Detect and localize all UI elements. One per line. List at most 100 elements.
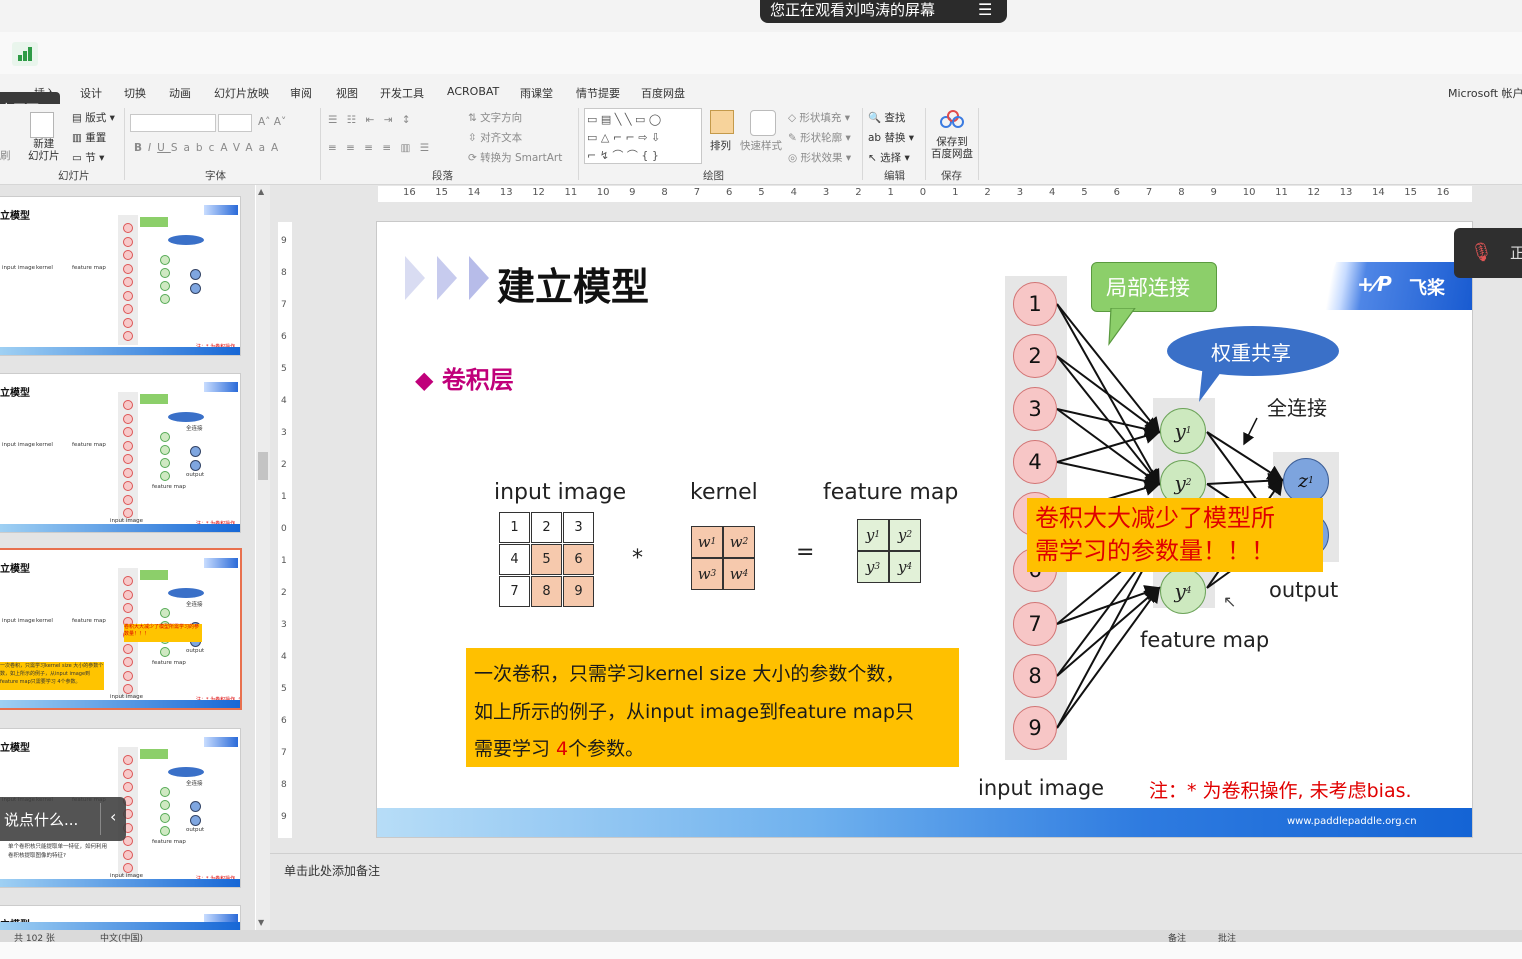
thumbnail-footer-band — [0, 347, 240, 355]
notes-placeholder[interactable]: 单击此处添加备注 — [284, 862, 380, 879]
menu-icon[interactable]: ☰ — [978, 0, 992, 20]
thumbnail-output-label: output — [186, 827, 205, 833]
scroll-down-arrow[interactable]: ▼ — [258, 918, 264, 927]
align-text-button[interactable]: ⇳ 对齐文本 — [468, 130, 522, 145]
mic-panel[interactable]: 🎙 正 — [1454, 228, 1522, 278]
language[interactable]: 中文(中国) — [100, 931, 143, 942]
thumbnail-featuremap-label: feature map — [152, 839, 186, 845]
tab-storyboard[interactable]: 情节提要 — [576, 85, 620, 101]
tab-slideshow[interactable]: 幻灯片放映 — [214, 85, 269, 101]
align-buttons[interactable]: ≡ ≡ ≡ ≡ ▥ ☰ — [328, 142, 432, 154]
arrange-button[interactable]: 排列 — [710, 138, 731, 153]
ruler-tick-label: 5 — [758, 187, 765, 198]
case-button[interactable]: Aa — [245, 142, 271, 154]
chart-icon[interactable] — [12, 42, 38, 66]
reset-button[interactable]: ▥ 重置 — [72, 130, 106, 145]
tab-design[interactable]: 设计 — [80, 85, 102, 101]
shape-outline-button[interactable]: ✎ 形状轮廓 ▾ — [788, 130, 851, 145]
font-style-buttons[interactable]: BIUSabcAVAaA — [134, 142, 284, 154]
slide-count: 共 102 张 — [14, 934, 55, 942]
strike-button[interactable]: abc — [183, 142, 220, 154]
thumbnail-scrollbar[interactable] — [256, 185, 270, 930]
tab-view[interactable]: 视图 — [336, 85, 358, 101]
slide[interactable]: 建立模型 ◆ 卷积层 +⁄P 飞桨 input image kernel fea… — [377, 222, 1472, 837]
share-status-pill[interactable]: 您正在观看刘鸣涛的屏幕 ☰ — [760, 0, 1007, 23]
thumbnail-text: 单个卷积核只能提取单一特征，如何利用卷积核提取图像的特征? — [8, 844, 108, 859]
arrange-icon[interactable] — [710, 110, 734, 134]
thumbnail-output-node — [190, 815, 201, 826]
new-slide-icon[interactable] — [30, 112, 54, 138]
thumbnail-input-node — [123, 481, 133, 491]
slides-group-label: 幻灯片 — [58, 170, 90, 182]
select-button[interactable]: ↖ 选择 ▾ — [868, 150, 910, 165]
ruler-tick-label: 6 — [1113, 187, 1120, 198]
ruler-tick-label: 7 — [281, 300, 287, 310]
ribbon-tab-row: 插入 设计 切换 动画 幻灯片放映 审阅 视图 开发工具 ACROBAT 雨课堂… — [0, 74, 1522, 104]
slide-thumbnail[interactable]: 立模型input imagekernelfeature map注：* 为卷积操作… — [0, 374, 240, 532]
tab-review[interactable]: 审阅 — [290, 85, 312, 101]
tab-baidu[interactable]: 百度网盘 — [641, 85, 685, 101]
tab-rain-classroom[interactable]: 雨课堂 — [520, 85, 553, 101]
font-size-box[interactable] — [218, 114, 252, 132]
spacing-button[interactable]: AV — [220, 142, 245, 154]
bold-button[interactable]: B — [134, 142, 148, 154]
scroll-up-arrow[interactable]: ▲ — [258, 187, 264, 196]
node-subscript: 4 — [1185, 586, 1192, 596]
node-symbol: y — [1174, 579, 1186, 603]
shadow-button[interactable]: S — [171, 142, 184, 154]
thumbnail-input-node — [123, 576, 133, 586]
shape-outline-label: 形状轮廓 — [800, 132, 843, 144]
format-painter-partial[interactable]: 刷 — [0, 148, 11, 163]
tab-developer[interactable]: 开发工具 — [380, 85, 424, 101]
slide-thumbnail[interactable]: 立模型input imagekernelfeature map注：* 为卷积操作 — [0, 197, 240, 355]
thumbnail-output-node — [190, 269, 201, 280]
layout-button[interactable]: ▤ 版式 ▾ — [72, 110, 115, 125]
ruler-tick-label: 1 — [952, 187, 959, 198]
shape-fill-button[interactable]: ◇ 形状填充 ▾ — [788, 110, 850, 125]
mic-muted-icon[interactable]: 🎙 — [1470, 242, 1493, 263]
thumbnail-input-node — [123, 250, 133, 260]
text-direction-button[interactable]: ⇅ 文字方向 — [468, 110, 522, 125]
tab-transitions[interactable]: 切换 — [124, 85, 146, 101]
comments-toggle[interactable]: 批注 — [1218, 931, 1236, 942]
find-button[interactable]: 🔍 查找 — [868, 110, 905, 125]
slide-thumbnail[interactable]: 立模型 — [0, 906, 240, 930]
tab-acrobat[interactable]: ACROBAT — [447, 85, 499, 98]
shapes-icons[interactable]: ▭ ▤ ╲ ╲ ▭ ◯ ▭ △ ⌐ ⌐ ⇨ ⇩ ⌐ ↯ ⌒ ⌒ { } — [587, 111, 661, 165]
shapes-gallery[interactable]: ▭ ▤ ╲ ╲ ▭ ◯ ▭ △ ⌐ ⌐ ⇨ ⇩ ⌐ ↯ ⌒ ⌒ { } — [584, 108, 702, 164]
shape-effects-button[interactable]: ◎ 形状效果 ▾ — [788, 150, 851, 165]
notes-pane[interactable]: 单击此处添加备注 — [270, 853, 1522, 932]
notes-toggle[interactable]: 备注 — [1168, 931, 1186, 942]
tab-animations[interactable]: 动画 — [169, 85, 191, 101]
font-name-box[interactable] — [130, 114, 216, 132]
quick-styles-icon[interactable] — [750, 110, 776, 136]
thumbnail-input-node — [123, 223, 133, 233]
list-buttons[interactable]: ☰ ☷ ⇤ ⇥ ↕ — [328, 114, 414, 126]
italic-button[interactable]: I — [148, 142, 157, 154]
separator — [124, 108, 125, 180]
ruler-tick-label: 3 — [281, 428, 287, 438]
font-color-button[interactable]: A — [271, 142, 284, 154]
chat-input-bubble[interactable]: 说点什么... ‹ — [0, 797, 126, 841]
smartart-button[interactable]: ⟳ 转换为 SmartArt — [468, 150, 562, 165]
font-grow-shrink[interactable]: A˄ A˅ — [258, 116, 286, 128]
thumbnail-title: 立模型 — [0, 211, 30, 222]
status-bar: 共 102 张 中文(中国) 备注 批注 — [0, 930, 1522, 942]
thumbnail-scrollbar-thumb[interactable] — [258, 452, 268, 480]
underline-button[interactable]: U — [157, 142, 171, 154]
ruler-tick-label: 3 — [822, 187, 830, 198]
ruler-tick-label: 6 — [281, 332, 287, 342]
new-slide-button[interactable]: 新建 幻灯片 — [28, 138, 60, 162]
replace-button[interactable]: ab 替换 ▾ — [868, 130, 914, 145]
thumbnail-input-node — [123, 427, 133, 437]
thumbnail-input-node — [123, 494, 133, 505]
chevron-left-icon[interactable]: ‹ — [110, 807, 116, 826]
account-label[interactable]: Microsoft 帐户 — [1448, 85, 1522, 101]
save-baidu-button[interactable]: 保存到 百度网盘 — [931, 136, 973, 160]
ruler-tick-label: 10 — [596, 187, 610, 198]
baidu-cloud-icon[interactable] — [940, 110, 964, 130]
thumbnail-feature-node — [160, 813, 170, 823]
quick-styles-button[interactable]: 快速样式 — [740, 138, 782, 153]
slide-thumbnail[interactable]: 立模型input imagekernelfeature map注：* 为卷积操作… — [0, 550, 240, 708]
section-button[interactable]: ▭ 节 ▾ — [72, 150, 104, 165]
